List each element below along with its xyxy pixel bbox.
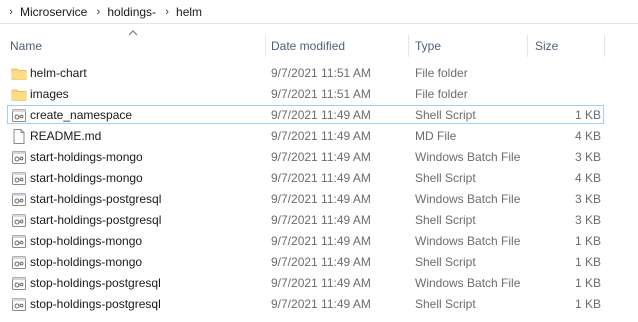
file-name: start-holdings-mongo (30, 150, 143, 164)
file-name: stop-holdings-postgresql (30, 297, 161, 311)
file-type: Windows Batch File (415, 150, 521, 164)
file-row[interactable]: stop-holdings-postgresql 9/7/2021 11:49 A… (0, 273, 638, 294)
column-header-row: Name Date modified Type Size (0, 33, 638, 59)
file-name: stop-holdings-mongo (30, 255, 143, 269)
chevron-right-icon[interactable]: › (91, 0, 105, 24)
file-size: 1 KB (574, 276, 601, 290)
breadcrumb-item-holdings[interactable]: holdings- (105, 0, 160, 24)
file-name: README.md (30, 129, 102, 143)
file-size: 1 KB (574, 297, 601, 311)
file-date-modified: 9/7/2021 11:49 AM (271, 150, 371, 164)
file-name: images (30, 87, 69, 101)
file-type: MD File (415, 129, 457, 143)
batch-file-icon (11, 192, 27, 207)
file-row[interactable]: start-holdings-postgresql 9/7/2021 11:49 … (0, 210, 638, 231)
file-size: 3 KB (574, 192, 601, 206)
batch-file-icon (11, 276, 27, 291)
file-date-modified: 9/7/2021 11:49 AM (271, 213, 371, 227)
file-type: Shell Script (415, 255, 476, 269)
file-type: Windows Batch File (415, 276, 521, 290)
file-date-modified: 9/7/2021 11:49 AM (271, 234, 371, 248)
file-date-modified: 9/7/2021 11:49 AM (271, 129, 371, 143)
file-row[interactable]: stop-holdings-mongo 9/7/2021 11:49 AM Wind… (0, 231, 638, 252)
file-date-modified: 9/7/2021 11:49 AM (271, 108, 371, 122)
file-row[interactable]: create_namespace 9/7/2021 11:49 AM Shell S… (0, 105, 638, 126)
file-name: helm-chart (30, 66, 87, 80)
file-row[interactable]: images 9/7/2021 11:51 AM File folder (0, 84, 638, 105)
file-row[interactable]: start-holdings-postgresql 9/7/2021 11:49 … (0, 189, 638, 210)
column-divider[interactable] (527, 35, 528, 57)
file-row[interactable]: start-holdings-mongo 9/7/2021 11:49 AM Win… (0, 147, 638, 168)
file-date-modified: 9/7/2021 11:49 AM (271, 171, 371, 185)
file-type: Shell Script (415, 297, 476, 311)
chevron-right-icon: › (9, 5, 13, 18)
file-name: start-holdings-postgresql (30, 192, 162, 206)
script-icon (11, 297, 27, 312)
file-row[interactable]: start-holdings-mongo 9/7/2021 11:49 AM She… (0, 168, 638, 189)
file-type: Windows Batch File (415, 192, 521, 206)
file-type: File folder (415, 87, 468, 101)
document-icon (11, 129, 27, 144)
file-row[interactable]: helm-chart 9/7/2021 11:51 AM File folder (0, 63, 638, 84)
file-size: 1 KB (574, 234, 601, 248)
file-size (530, 63, 601, 84)
file-row[interactable]: README.md 9/7/2021 11:49 AM MD File 4 KB (0, 126, 638, 147)
column-header-date-modified[interactable]: Date modified (267, 33, 408, 59)
column-header-type[interactable]: Type (411, 33, 527, 59)
script-icon (11, 108, 27, 123)
file-size: 3 KB (574, 213, 601, 227)
script-icon (11, 255, 27, 270)
file-row[interactable]: stop-holdings-mongo 9/7/2021 11:49 AM Shel… (0, 252, 638, 273)
file-type: Shell Script (415, 171, 476, 185)
file-name: start-holdings-postgresql (30, 213, 162, 227)
script-icon (11, 171, 27, 186)
file-size: 4 KB (574, 129, 601, 143)
script-icon (11, 213, 27, 228)
file-date-modified: 9/7/2021 11:51 AM (271, 66, 371, 80)
breadcrumb-item-microservice[interactable]: Microservice (18, 0, 91, 24)
column-divider[interactable] (604, 35, 605, 57)
file-size: 1 KB (574, 255, 601, 269)
breadcrumb[interactable]: › Microservice › holdings- › helm (0, 0, 638, 24)
file-name: stop-holdings-postgresql (30, 276, 161, 290)
file-type: Shell Script (415, 213, 476, 227)
file-size: 3 KB (574, 150, 601, 164)
file-date-modified: 9/7/2021 11:49 AM (271, 297, 371, 311)
file-date-modified: 9/7/2021 11:51 AM (271, 87, 371, 101)
column-divider[interactable] (265, 35, 266, 57)
file-date-modified: 9/7/2021 11:49 AM (271, 276, 371, 290)
chevron-right-icon[interactable]: › (160, 0, 174, 24)
file-size: 4 KB (574, 171, 601, 185)
file-name: start-holdings-mongo (30, 171, 143, 185)
file-row[interactable]: stop-holdings-postgresql 9/7/2021 11:49 A… (0, 294, 638, 315)
file-size (530, 84, 601, 105)
batch-file-icon (11, 150, 27, 165)
file-date-modified: 9/7/2021 11:49 AM (271, 192, 371, 206)
folder-icon (11, 87, 27, 102)
batch-file-icon (11, 234, 27, 249)
file-type: Windows Batch File (415, 234, 521, 248)
column-divider[interactable] (408, 35, 409, 57)
file-date-modified: 9/7/2021 11:49 AM (271, 255, 371, 269)
sort-ascending-icon (128, 30, 138, 36)
file-size: 1 KB (574, 108, 601, 122)
column-header-size[interactable]: Size (531, 33, 604, 59)
folder-icon (11, 66, 27, 81)
file-type: Shell Script (415, 108, 476, 122)
file-name: stop-holdings-mongo (30, 234, 143, 248)
file-explorer-window: › Microservice › holdings- › helm Name D… (0, 0, 638, 322)
file-list: helm-chart 9/7/2021 11:51 AM File folder im… (0, 63, 638, 315)
breadcrumb-item-helm[interactable]: helm (174, 0, 206, 24)
file-name: create_namespace (30, 108, 133, 122)
file-type: File folder (415, 66, 468, 80)
